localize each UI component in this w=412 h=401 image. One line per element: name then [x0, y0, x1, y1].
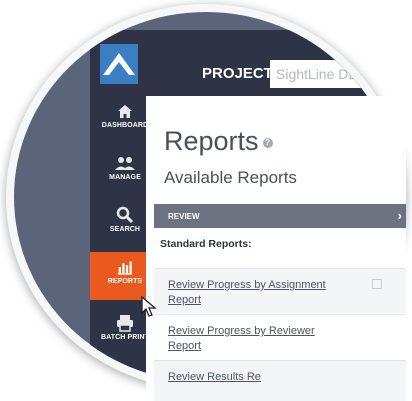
mouse-cursor-icon: [141, 295, 157, 317]
report-link[interactable]: Review Results Re: [168, 370, 261, 385]
users-icon: [115, 157, 135, 170]
calendar-icon[interactable]: [372, 279, 382, 289]
section-label: REVIEW: [168, 212, 200, 221]
list-item: Review Progress by Reviewer Report: [154, 314, 406, 359]
review-section-header[interactable]: REVIEW ›: [154, 204, 406, 228]
help-icon[interactable]: ?: [262, 137, 273, 148]
home-icon: [118, 105, 132, 118]
standard-reports-heading: Standard Reports:: [160, 238, 252, 250]
project-field[interactable]: SightLine DE: [270, 60, 398, 88]
list-item: Review Progress by Assignment Report: [154, 268, 406, 313]
report-link[interactable]: Review Progress by Assignment Report: [168, 278, 326, 308]
main-content: Reports? Available Reports REVIEW › Stan…: [146, 96, 406, 401]
search-icon: [116, 206, 134, 224]
project-label: PROJECT:: [202, 65, 277, 82]
page-subtitle: Available Reports: [164, 168, 297, 187]
logo[interactable]: [100, 44, 138, 84]
page-title: Reports?: [164, 126, 273, 157]
report-link[interactable]: Review Progress by Reviewer Report: [168, 324, 315, 354]
chevron-right-icon: ›: [397, 208, 402, 223]
top-bar: PROJECT: SightLine DE: [90, 30, 398, 96]
bar-chart-icon: [117, 261, 133, 275]
list-item: Review Results Re: [154, 360, 406, 401]
printer-icon: [117, 315, 133, 332]
